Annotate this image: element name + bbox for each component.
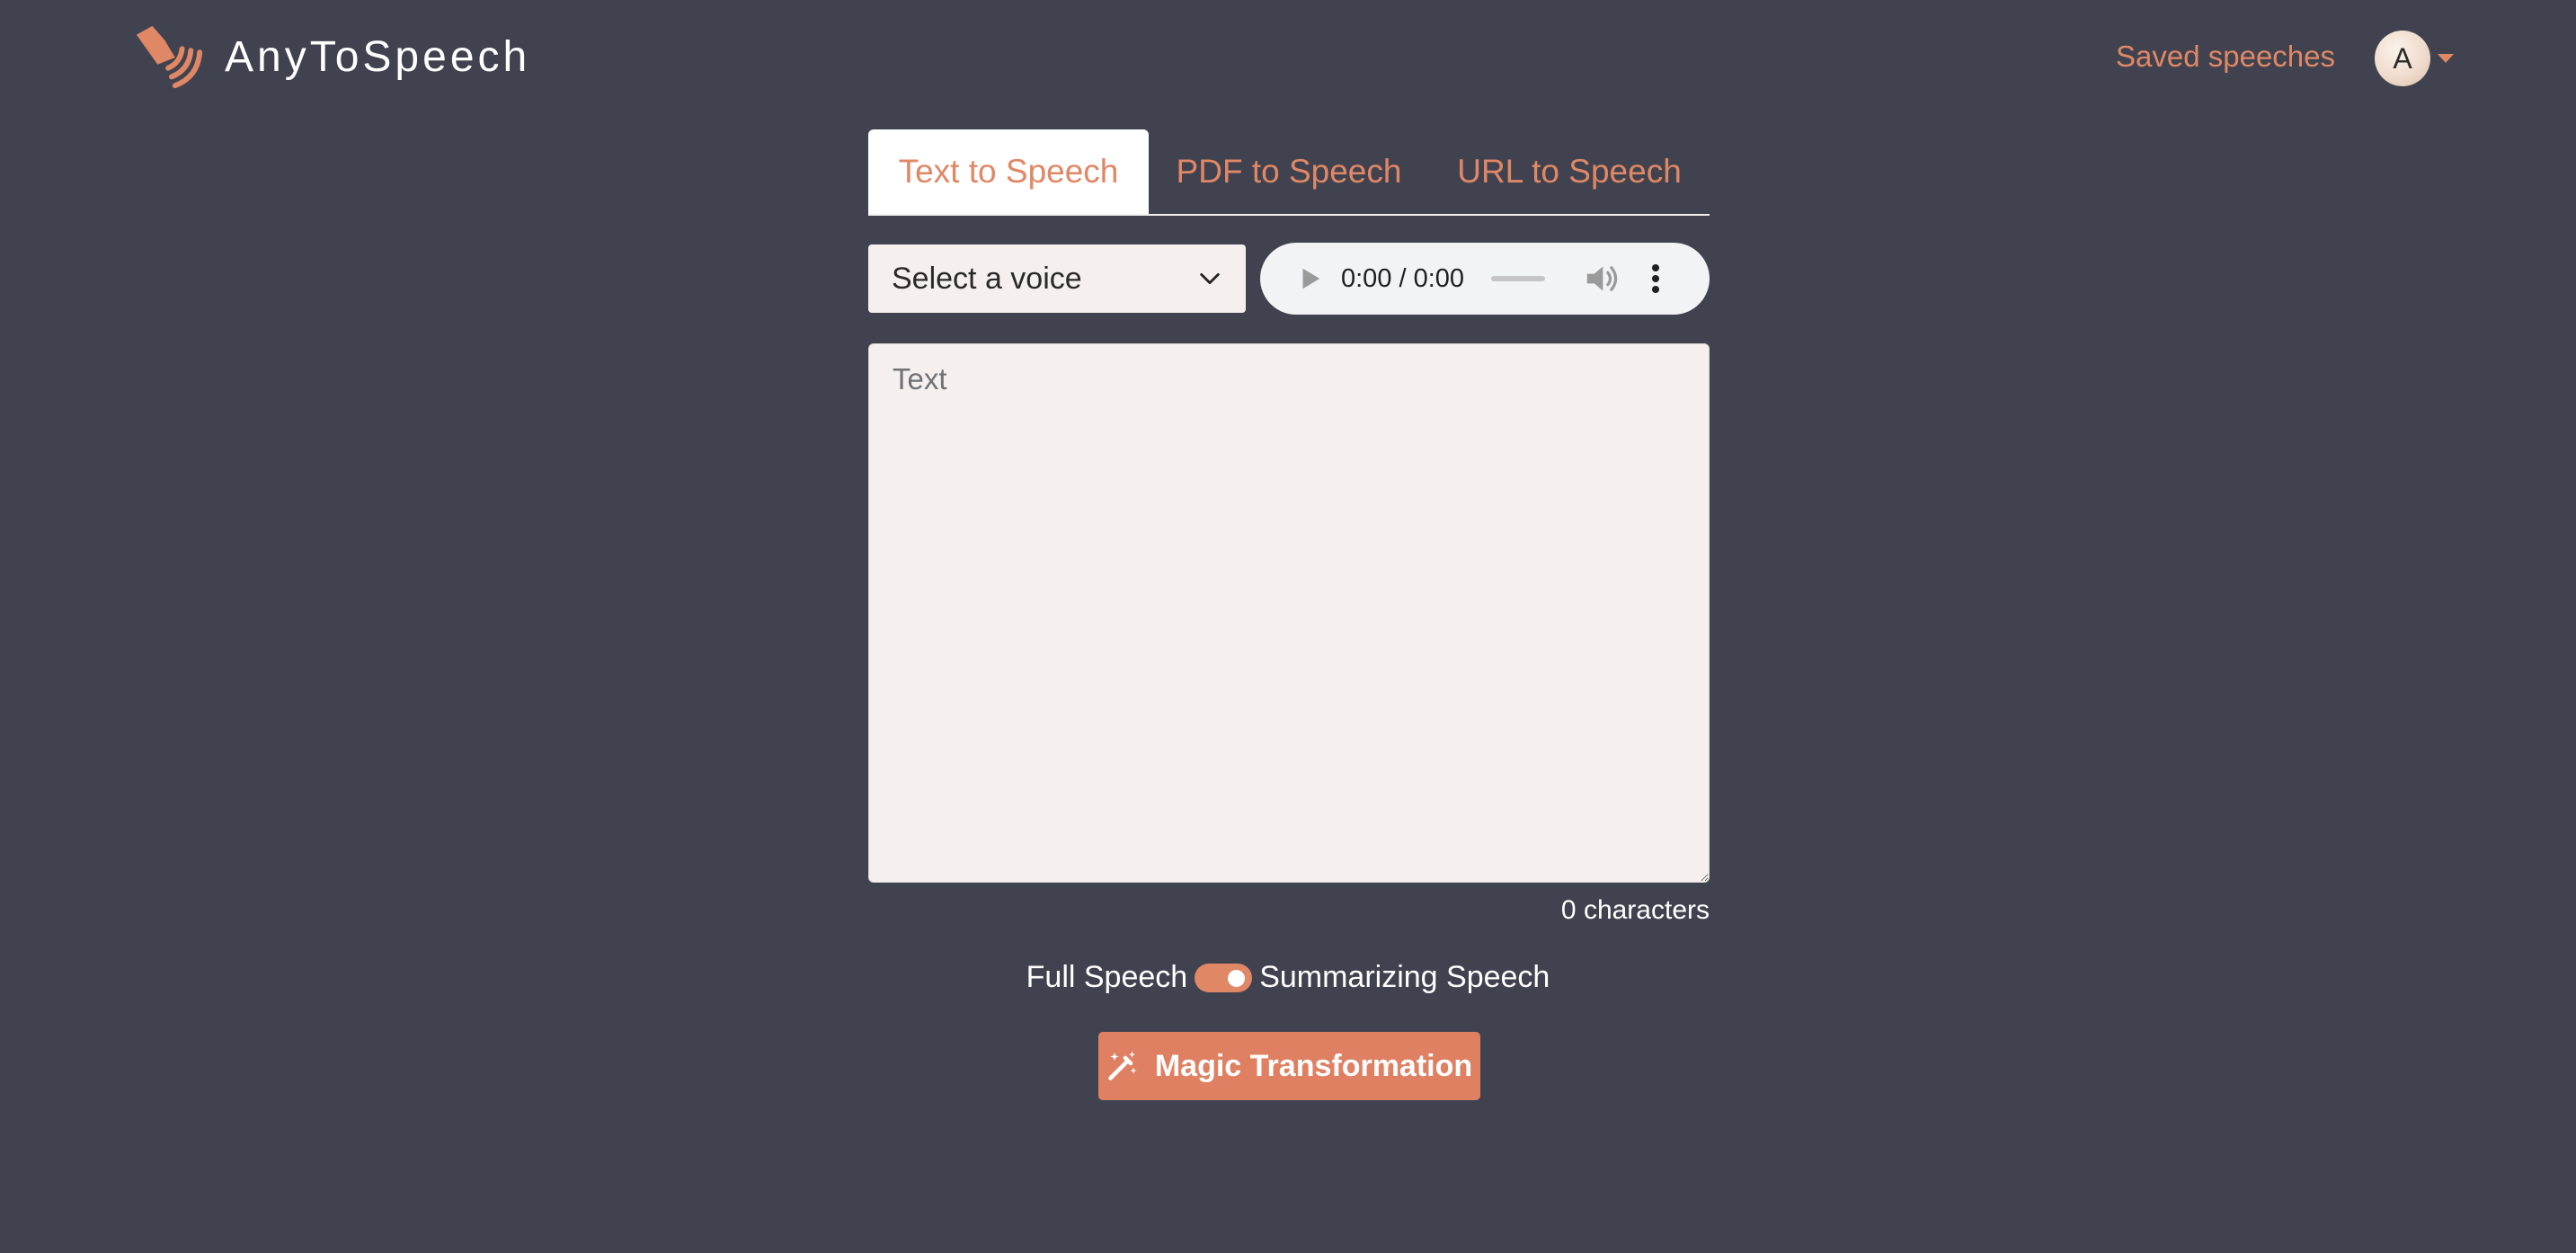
character-count: 0 characters (1560, 895, 1710, 925)
speech-tabs: Text to Speech PDF to Speech URL to Spee… (868, 129, 1710, 216)
text-input[interactable] (868, 343, 1710, 883)
audio-progress-bar[interactable] (1491, 276, 1546, 281)
brand[interactable]: AnyToSpeech (133, 23, 530, 92)
voice-select[interactable]: Select a voice (868, 244, 1246, 313)
summarizing-speech-label: Summarizing Speech (1259, 960, 1550, 994)
avatar[interactable]: A (2375, 31, 2430, 86)
magic-wand-icon (1108, 1051, 1137, 1080)
switch-knob (1228, 969, 1246, 987)
caret-down-icon[interactable] (2438, 54, 2454, 63)
user-menu[interactable]: A (2375, 31, 2454, 86)
speech-mode-toggle-row: Full Speech Summarizing Speech (0, 960, 2576, 995)
full-speech-label: Full Speech (1026, 960, 1188, 994)
speaker-logo-icon (136, 25, 203, 89)
speech-mode-switch[interactable] (1195, 963, 1253, 992)
tab-url-to-speech[interactable]: URL to Speech (1429, 129, 1710, 214)
voice-select-label: Select a voice (892, 261, 1082, 296)
tab-text-to-speech[interactable]: Text to Speech (868, 129, 1149, 214)
magic-transformation-button[interactable]: Magic Transformation (1098, 1032, 1480, 1100)
play-icon[interactable] (1296, 265, 1323, 292)
brand-name: AnyToSpeech (225, 33, 531, 81)
more-vertical-icon[interactable] (1651, 263, 1660, 294)
chevron-down-icon (1200, 272, 1220, 285)
volume-icon[interactable] (1585, 263, 1619, 294)
audio-time: 0:00 / 0:00 (1341, 263, 1465, 293)
tab-pdf-to-speech[interactable]: PDF to Speech (1149, 129, 1429, 214)
magic-transformation-label: Magic Transformation (1154, 1048, 1473, 1083)
audio-player[interactable]: 0:00 / 0:00 (1260, 243, 1710, 315)
saved-speeches-link[interactable]: Saved speeches (2116, 41, 2335, 71)
